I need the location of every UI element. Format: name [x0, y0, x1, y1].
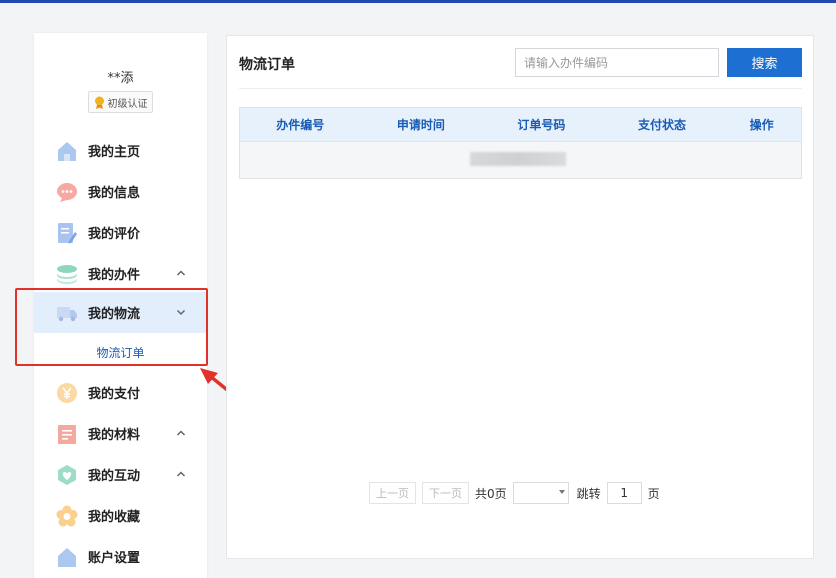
pagination: 上一页 下一页 共0页 跳转 页	[369, 482, 660, 504]
flower-icon	[56, 505, 78, 527]
annotation-highlight-box	[15, 288, 208, 366]
heart-icon	[56, 464, 78, 486]
page-number-input[interactable]	[606, 482, 642, 504]
yen-icon	[56, 382, 78, 404]
user-name: **添	[107, 71, 134, 86]
page-title: 物流订单	[239, 57, 295, 73]
sidebar-item-label: 我的主页	[88, 145, 141, 160]
sidebar-item-favorites[interactable]: 我的收藏	[34, 495, 207, 536]
sidebar-item-reviews[interactable]: 我的评价	[34, 212, 207, 253]
home-icon	[56, 140, 78, 162]
sidebar-item-label: 账户设置	[88, 551, 141, 566]
edit-icon	[56, 222, 78, 244]
sidebar-item-label: 我的互动	[88, 469, 141, 484]
search-button[interactable]: 搜索	[727, 48, 802, 77]
badge-label: 初级认证	[107, 98, 148, 110]
chevron-up-icon	[176, 270, 186, 276]
table-header: 办件编号 申请时间 订单号码 支付状态 操作	[240, 108, 801, 141]
chevron-up-icon	[176, 471, 186, 477]
column-header: 办件编号	[276, 118, 325, 132]
divider	[239, 88, 802, 89]
blurred-placeholder	[470, 152, 566, 166]
search-input[interactable]	[515, 48, 719, 77]
page-unit-label: 页	[647, 486, 660, 501]
document-icon	[56, 423, 78, 445]
sidebar-item-materials[interactable]: 我的材料	[34, 413, 207, 454]
sidebar-item-home[interactable]: 我的主页	[34, 130, 207, 171]
sidebar-item-label: 我的支付	[88, 387, 141, 402]
column-header: 支付状态	[637, 118, 686, 132]
sidebar-item-payment[interactable]: 我的支付	[34, 372, 207, 413]
sidebar-item-label: 我的材料	[88, 428, 141, 443]
message-icon	[56, 181, 78, 203]
sidebar-item-label: 我的信息	[88, 186, 141, 201]
next-page-button[interactable]: 下一页	[422, 482, 469, 504]
sidebar-item-interaction[interactable]: 我的互动	[34, 454, 207, 495]
verification-badge: 初级认证	[88, 91, 153, 113]
orders-table: 办件编号 申请时间 订单号码 支付状态 操作	[239, 107, 802, 179]
column-header: 操作	[749, 118, 774, 132]
column-header: 申请时间	[396, 118, 445, 132]
column-header: 订单号码	[517, 118, 566, 132]
sidebar-item-label: 我的办件	[88, 268, 141, 283]
layers-icon	[56, 263, 78, 285]
total-pages: 共0页	[475, 486, 507, 501]
sidebar-item-messages[interactable]: 我的信息	[34, 171, 207, 212]
top-accent-bar	[0, 0, 836, 3]
prev-page-button[interactable]: 上一页	[369, 482, 416, 504]
sidebar-item-label: 我的评价	[88, 227, 141, 242]
sidebar-item-account-settings[interactable]: 账户设置	[34, 536, 207, 577]
sidebar-item-label: 我的收藏	[88, 510, 141, 525]
table-row	[240, 141, 801, 178]
caret-down-icon	[558, 490, 565, 494]
home-icon	[56, 546, 78, 568]
page-size-select[interactable]	[512, 482, 569, 504]
medal-icon	[94, 96, 104, 109]
chevron-up-icon	[176, 430, 186, 436]
main-panel: 物流订单 搜索 办件编号 申请时间 订单号码 支付状态 操作 上一页 下一页 共…	[226, 35, 814, 559]
jump-label: 跳转	[576, 486, 601, 501]
